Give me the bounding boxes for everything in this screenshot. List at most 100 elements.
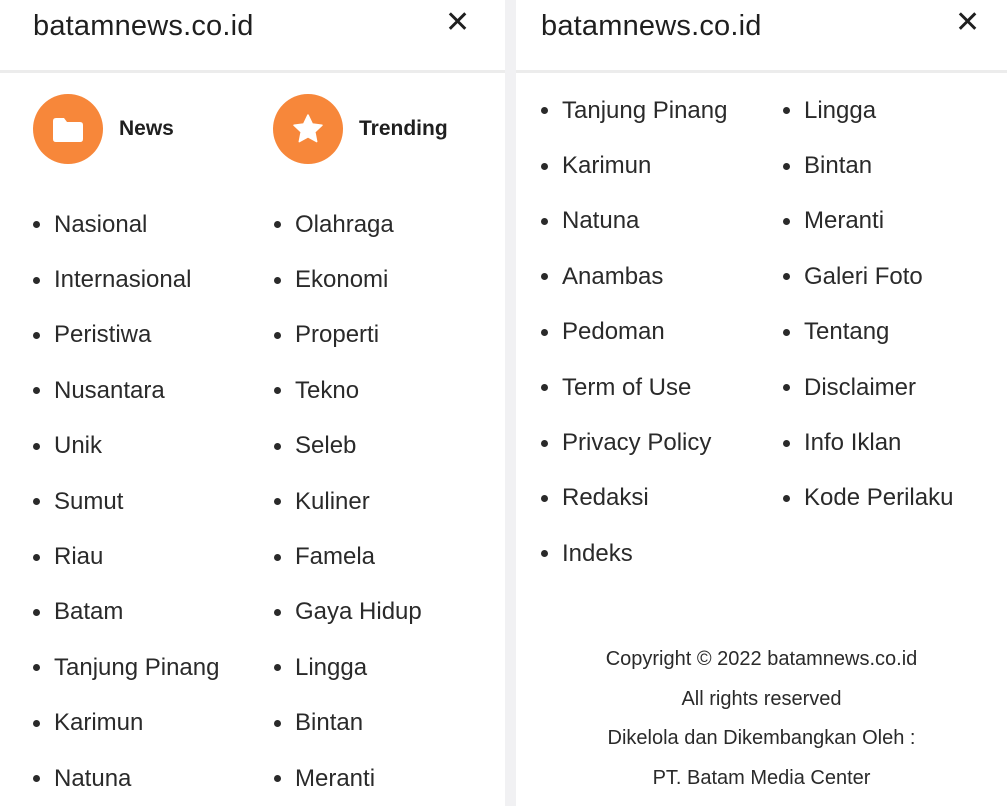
link-label[interactable]: Lingga xyxy=(295,654,367,682)
link-label[interactable]: Tekno xyxy=(295,377,359,405)
link-label[interactable]: Lingga xyxy=(804,97,876,125)
site-name[interactable]: batamnews.co.id xyxy=(33,10,254,43)
list-item[interactable]: Lingga xyxy=(274,640,422,695)
folder-icon xyxy=(33,94,103,164)
link-label[interactable]: Kode Perilaku xyxy=(804,484,953,512)
trending-link-list: Olahraga Ekonomi Properti Tekno Seleb Ku… xyxy=(274,197,422,806)
link-label[interactable]: Batam xyxy=(54,598,123,626)
list-item[interactable]: Peristiwa xyxy=(33,308,219,363)
link-label[interactable]: Karimun xyxy=(54,709,143,737)
link-label[interactable]: Natuna xyxy=(54,765,131,793)
list-item[interactable]: Info Iklan xyxy=(783,415,953,470)
bullet xyxy=(783,328,790,336)
link-label[interactable]: Tanjung Pinang xyxy=(562,97,727,125)
bullet xyxy=(783,494,790,502)
link-label[interactable]: Redaksi xyxy=(562,484,649,512)
link-label[interactable]: Famela xyxy=(295,543,375,571)
list-item[interactable]: Karimun xyxy=(33,696,219,751)
close-icon[interactable]: ✕ xyxy=(955,8,980,38)
list-item[interactable]: Riau xyxy=(33,529,219,584)
list-item[interactable]: Tentang xyxy=(783,305,953,360)
list-item[interactable]: Galeri Foto xyxy=(783,249,953,304)
link-label[interactable]: Anambas xyxy=(562,263,663,291)
bullet xyxy=(783,217,790,225)
link-label[interactable]: Karimun xyxy=(562,152,651,180)
list-item[interactable]: Olahraga xyxy=(274,197,422,252)
list-item[interactable]: Seleb xyxy=(274,419,422,474)
category-news[interactable]: News xyxy=(33,94,174,164)
list-item[interactable]: Term of Use xyxy=(541,360,727,415)
link-label[interactable]: Ekonomi xyxy=(295,266,388,294)
list-item[interactable]: Gaya Hidup xyxy=(274,585,422,640)
link-label[interactable]: Tentang xyxy=(804,318,889,346)
link-label[interactable]: Meranti xyxy=(295,765,375,793)
list-item[interactable]: Tanjung Pinang xyxy=(541,83,727,138)
bullet xyxy=(541,384,548,392)
list-item[interactable]: Kode Perilaku xyxy=(783,471,953,526)
link-label[interactable]: Sumut xyxy=(54,488,123,516)
list-item[interactable]: Natuna xyxy=(33,751,219,806)
link-label[interactable]: Properti xyxy=(295,321,379,349)
list-item[interactable]: Nusantara xyxy=(33,363,219,418)
link-label[interactable]: Privacy Policy xyxy=(562,429,711,457)
link-label[interactable]: Unik xyxy=(54,432,102,460)
bullet xyxy=(274,664,281,672)
link-label[interactable]: Nusantara xyxy=(54,377,165,405)
bullet xyxy=(274,608,281,616)
link-label[interactable]: Olahraga xyxy=(295,211,394,239)
list-item[interactable]: Batam xyxy=(33,585,219,640)
list-item[interactable]: Karimun xyxy=(541,138,727,193)
link-label[interactable]: Internasional xyxy=(54,266,191,294)
link-label[interactable]: Kuliner xyxy=(295,488,370,516)
link-label[interactable]: Info Iklan xyxy=(804,429,901,457)
link-label[interactable]: Peristiwa xyxy=(54,321,151,349)
bullet xyxy=(33,387,40,395)
star-icon xyxy=(273,94,343,164)
list-item[interactable]: Sumut xyxy=(33,474,219,529)
list-item[interactable]: Privacy Policy xyxy=(541,415,727,470)
bullet xyxy=(33,221,40,229)
link-label[interactable]: Pedoman xyxy=(562,318,665,346)
link-label[interactable]: Bintan xyxy=(295,709,363,737)
list-item[interactable]: Tanjung Pinang xyxy=(33,640,219,695)
list-item[interactable]: Pedoman xyxy=(541,305,727,360)
list-item[interactable]: Ekonomi xyxy=(274,252,422,307)
link-label[interactable]: Bintan xyxy=(804,152,872,180)
list-item[interactable]: Internasional xyxy=(33,252,219,307)
link-label[interactable]: Natuna xyxy=(562,207,639,235)
list-item[interactable]: Indeks xyxy=(541,526,727,581)
link-label[interactable]: Gaya Hidup xyxy=(295,598,422,626)
link-label[interactable]: Galeri Foto xyxy=(804,263,923,291)
list-item[interactable]: Kuliner xyxy=(274,474,422,529)
category-trending[interactable]: Trending xyxy=(273,94,448,164)
link-label[interactable]: Term of Use xyxy=(562,374,691,402)
link-label[interactable]: Riau xyxy=(54,543,103,571)
list-item[interactable]: Disclaimer xyxy=(783,360,953,415)
bullet xyxy=(274,387,281,395)
bullet xyxy=(541,328,548,336)
list-item[interactable]: Famela xyxy=(274,529,422,584)
link-label[interactable]: Indeks xyxy=(562,540,633,568)
link-label[interactable]: Meranti xyxy=(804,207,884,235)
list-item[interactable]: Nasional xyxy=(33,197,219,252)
list-item[interactable]: Natuna xyxy=(541,194,727,249)
close-icon[interactable]: ✕ xyxy=(445,8,470,38)
link-label[interactable]: Nasional xyxy=(54,211,147,239)
bullet xyxy=(33,331,40,339)
link-label[interactable]: Seleb xyxy=(295,432,356,460)
list-item[interactable]: Bintan xyxy=(783,138,953,193)
link-label[interactable]: Tanjung Pinang xyxy=(54,654,219,682)
list-item[interactable]: Redaksi xyxy=(541,471,727,526)
region-link-list: Tanjung Pinang Karimun Natuna Anambas Pe… xyxy=(541,83,727,582)
link-label[interactable]: Disclaimer xyxy=(804,374,916,402)
bullet xyxy=(541,273,548,281)
site-name[interactable]: batamnews.co.id xyxy=(541,10,762,43)
list-item[interactable]: Properti xyxy=(274,308,422,363)
list-item[interactable]: Tekno xyxy=(274,363,422,418)
list-item[interactable]: Bintan xyxy=(274,696,422,751)
list-item[interactable]: Unik xyxy=(33,419,219,474)
list-item[interactable]: Meranti xyxy=(783,194,953,249)
list-item[interactable]: Lingga xyxy=(783,83,953,138)
list-item[interactable]: Meranti xyxy=(274,751,422,806)
list-item[interactable]: Anambas xyxy=(541,249,727,304)
